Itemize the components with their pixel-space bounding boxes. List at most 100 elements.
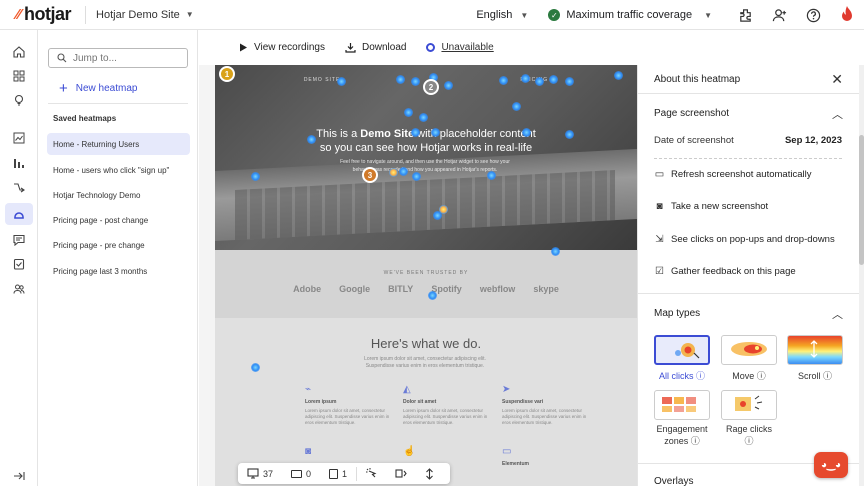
feature-title: Dolor sit amet [403,399,437,405]
megaphone-icon: ◭ [403,384,411,395]
popup-clicks-button[interactable]: ⇲ See clicks on pop-ups and drop-downs [654,234,834,245]
saved-heatmap-item[interactable]: Pricing page - pre change [47,234,190,256]
chevron-up-icon[interactable]: ︿ [832,306,843,322]
refresh-screenshot-button[interactable]: ▭ Refresh screenshot automatically [654,169,812,180]
journeys-icon[interactable] [5,176,33,198]
mobile-toggle[interactable]: 1 [320,468,356,479]
map-type-label: Engagement zones [656,424,708,446]
search-input[interactable] [73,52,183,64]
divider [654,158,842,159]
traffic-coverage-selector[interactable]: ✓ Maximum traffic coverage ▼ [548,9,712,21]
invite-user-icon[interactable] [762,8,796,23]
close-icon[interactable]: ✕ [831,71,843,88]
users-icon[interactable] [5,278,33,300]
home-icon[interactable] [5,41,33,63]
rage-clicks-thumbnail [721,390,777,420]
engagement-zones-thumbnail [654,390,710,420]
info-icon[interactable]: ⓘ [757,371,766,381]
left-nav [0,30,38,486]
language-selector[interactable]: English ▼ [476,9,528,21]
rank-marker[interactable]: 1 [219,66,235,82]
tablet-toggle[interactable]: 0 [282,469,320,479]
panel-scrollbar[interactable] [859,65,864,486]
chevron-down-icon: ▼ [520,10,529,20]
map-type-engagement-zones[interactable]: Engagement zones ⓘ [654,390,710,447]
heatmap-details-panel: About this heatmap ✕ Page screenshot ︿ D… [637,65,860,486]
rank-marker[interactable]: 2 [423,79,439,95]
click-spot [565,130,574,139]
brand-name: hotjar [24,4,72,24]
hero-title: This is a Demo Site with placeholder con… [215,127,637,155]
saved-heatmap-item[interactable]: Pricing page last 3 months [47,260,190,282]
hotjar-flame-icon[interactable] [830,5,864,25]
help-icon[interactable] [796,8,830,23]
info-icon[interactable]: ⓘ [744,436,753,446]
rank-marker[interactable]: 3 [362,167,378,183]
funnels-icon[interactable] [5,152,33,174]
site-selector[interactable]: Hotjar Demo Site ▼ [96,9,194,21]
click-spot [487,171,496,180]
date-value: Sep 12, 2023 [784,135,842,146]
scroll-thumbnail [787,335,843,365]
download-label: Download [361,42,407,53]
saved-heatmap-item[interactable]: Hotjar Technology Demo [47,184,190,206]
integrations-icon[interactable] [728,8,762,23]
view-recordings-button[interactable]: View recordings [239,42,325,53]
search-box[interactable] [48,48,188,68]
rank-marker-label: 3 [367,170,373,180]
plus-icon: + [59,80,68,97]
rocket-icon: ⌁ [305,384,312,395]
map-type-scroll[interactable]: Scroll ⓘ [787,335,843,382]
map-types-heading[interactable]: Map types [654,308,700,319]
tablet-count: 0 [306,468,312,479]
feedback-icon[interactable] [5,229,33,251]
desktop-toggle[interactable]: 37 [238,468,282,479]
unavailable-status[interactable]: Unavailable [426,42,494,53]
insights-icon[interactable] [5,89,33,111]
surveys-icon[interactable] [5,253,33,275]
expand-icon[interactable] [5,465,33,486]
map-type-rage-clicks[interactable]: Rage clicks ⓘ [721,390,777,447]
new-screenshot-button[interactable]: ◙ Take a new screenshot [654,201,768,212]
panel-title: About this heatmap [654,74,741,85]
saved-heatmap-item[interactable]: Home - Returning Users [47,133,190,155]
refresh-label: Refresh screenshot automatically [671,169,812,180]
heatmaps-icon[interactable] [5,203,33,225]
vertical-arrows-icon [426,467,433,480]
click-spot-hot [389,168,398,177]
saved-heatmap-label: Home - Returning Users [53,139,140,149]
trusted-by-section: WE'VE BEEN TRUSTED BY Adobe Google BITLY… [215,250,637,318]
page-screenshot-heading[interactable]: Page screenshot [654,108,729,119]
chevron-up-icon[interactable]: ︿ [832,106,843,122]
compare-icon [395,469,407,478]
compare-button[interactable] [386,468,416,479]
download-button[interactable]: Download [345,42,406,53]
hero-title-line2: so you can see how Hotjar works in real-… [319,142,533,154]
feature-title: Elementum [502,461,529,467]
dashboard-icon[interactable] [5,65,33,87]
new-heatmap-label: New heatmap [75,83,138,94]
gather-feedback-button[interactable]: ☑ Gather feedback on this page [654,266,796,277]
divider [638,293,860,294]
check-circle-icon: ✓ [548,9,561,21]
info-icon[interactable]: ⓘ [696,371,705,381]
scrollbar-thumb[interactable] [859,135,864,265]
info-icon[interactable]: ⓘ [823,371,832,381]
overlays-heading[interactable]: Overlays [654,476,693,486]
saved-heatmap-item[interactable]: Home - users who click "sign up" [47,159,190,181]
help-bot-button[interactable]: ◕‿◕ [814,452,848,478]
heatmap-canvas[interactable]: DEMO SITE PRICING This is a Demo Site wi… [199,65,637,486]
saved-heatmap-item[interactable]: Pricing page - post change [47,209,190,231]
feature-title: Lorem ipsum [305,399,337,405]
hero-title-part: This is a [316,128,361,140]
scroll-toggle-button[interactable] [416,467,443,480]
info-icon[interactable]: ⓘ [691,436,700,446]
screenshot-date-row: Date of screenshot Sep 12, 2023 [654,135,842,146]
map-type-all-clicks[interactable]: All clicks ⓘ [654,335,710,382]
hotjar-logo[interactable]: ⁄⁄ hotjar [16,4,72,25]
new-heatmap-button[interactable]: + New heatmap [59,81,137,96]
map-type-move[interactable]: Move ⓘ [721,335,777,382]
trends-icon[interactable] [5,127,33,149]
clicks-filter-button[interactable] [357,468,386,479]
click-spot [251,363,260,372]
